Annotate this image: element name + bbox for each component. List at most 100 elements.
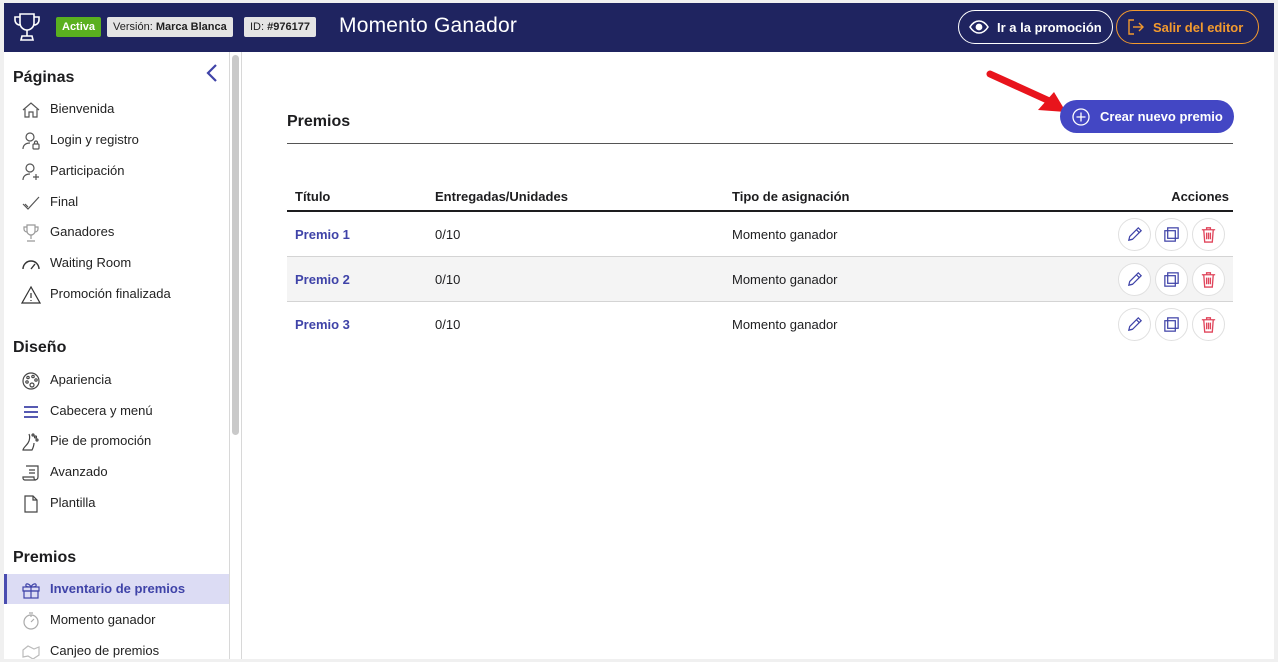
trophy-logo-icon — [14, 13, 40, 41]
copy-icon — [1164, 227, 1179, 242]
prize-units: 0/10 — [435, 227, 461, 242]
version-prefix: Versión: — [113, 21, 153, 33]
sidebar-item-label: Ganadores — [50, 224, 115, 239]
table-row: Premio 2 0/10 Momento ganador — [287, 257, 1233, 302]
user-lock-icon — [22, 132, 40, 150]
duplicate-button[interactable] — [1155, 308, 1188, 341]
id-value: #976177 — [267, 21, 310, 33]
section-title-premios: Premios — [13, 549, 77, 566]
trash-icon — [1201, 317, 1216, 333]
heading-divider — [287, 143, 1233, 144]
sidebar-item-inventario[interactable]: Inventario de premios — [4, 574, 229, 604]
sidebar-item-ganadores[interactable]: Ganadores — [4, 217, 229, 247]
sidebar-item-avanzado[interactable]: Avanzado — [4, 457, 229, 487]
go-to-promotion-button[interactable]: Ir a la promoción — [958, 10, 1113, 44]
plus-circle-icon — [1072, 107, 1090, 126]
collapse-sidebar-icon[interactable] — [204, 62, 220, 84]
column-header-unidades: Entregadas/Unidades — [435, 189, 568, 204]
sidebar-item-promocion-finalizada[interactable]: Promoción finalizada — [4, 279, 229, 309]
sidebar-item-participacion[interactable]: Participación — [4, 156, 229, 186]
sidebar-item-label: Canjeo de premios — [50, 643, 160, 658]
sidebar-item-login[interactable]: Login y registro — [4, 125, 229, 155]
pencil-icon — [1127, 316, 1143, 332]
sidebar-item-bienvenida[interactable]: Bienvenida — [4, 94, 229, 124]
create-prize-label: Crear nuevo premio — [1100, 109, 1223, 124]
pencil-icon — [1127, 226, 1143, 242]
duplicate-button[interactable] — [1155, 218, 1188, 251]
sidebar-item-label: Final — [50, 194, 79, 209]
sidebar-item-plantilla[interactable]: Plantilla — [4, 488, 229, 518]
prize-title-link[interactable]: Premio 2 — [295, 272, 350, 287]
logout-icon — [1128, 19, 1144, 35]
file-icon — [24, 495, 38, 513]
trash-icon — [1201, 272, 1216, 288]
sidebar-item-final[interactable]: Final — [4, 187, 229, 217]
version-value: Marca Blanca — [155, 21, 227, 33]
column-header-titulo: Título — [295, 189, 331, 204]
menu-icon — [24, 406, 38, 418]
exit-editor-button[interactable]: Salir del editor — [1116, 10, 1259, 44]
status-badge: Activa — [56, 17, 102, 37]
sidebar-item-label: Waiting Room — [50, 255, 132, 270]
sidebar-item-momento-ganador[interactable]: Momento ganador — [4, 605, 229, 635]
palette-icon — [22, 372, 40, 390]
sidebar-item-label: Login y registro — [50, 132, 139, 147]
scroll-icon — [22, 465, 39, 481]
section-title-paginas: Páginas — [13, 69, 75, 86]
edit-button[interactable] — [1118, 218, 1151, 251]
copy-icon — [1164, 317, 1179, 332]
prize-assignment-type: Momento ganador — [732, 227, 838, 242]
user-add-icon — [22, 163, 39, 181]
sidebar-item-label: Avanzado — [50, 464, 108, 479]
editor-window: Activa Versión: Marca Blanca ID: #976177… — [4, 3, 1274, 659]
delete-button[interactable] — [1192, 263, 1225, 296]
prize-assignment-type: Momento ganador — [732, 317, 838, 332]
version-badge: Versión: Marca Blanca — [107, 17, 233, 37]
sidebar-item-label: Plantilla — [50, 495, 96, 510]
eye-icon — [969, 20, 989, 34]
delete-button[interactable] — [1192, 218, 1225, 251]
warning-icon — [21, 285, 41, 304]
page-title: Premios — [287, 113, 351, 130]
sidebar-item-canjeo[interactable]: Canjeo de premios — [4, 636, 229, 659]
sidebar-item-pie[interactable]: Pie de promoción — [4, 426, 229, 456]
prize-assignment-type: Momento ganador — [732, 272, 838, 287]
delete-button[interactable] — [1192, 308, 1225, 341]
app-title: Momento Ganador — [339, 14, 518, 37]
trophy-icon — [23, 224, 39, 242]
copy-icon — [1164, 272, 1179, 287]
duplicate-button[interactable] — [1155, 263, 1188, 296]
gift-icon — [22, 583, 40, 599]
create-prize-button[interactable]: Crear nuevo premio — [1060, 100, 1234, 133]
sidebar-item-label: Inventario de premios — [50, 581, 186, 596]
footer-icon — [22, 433, 39, 451]
column-header-tipo: Tipo de asignación — [732, 189, 850, 204]
id-badge: ID: #976177 — [244, 17, 316, 37]
main-content: Premios Crear nuevo premio Título Entreg… — [242, 52, 1274, 659]
sidebar-scrollbar[interactable] — [232, 55, 239, 435]
check-icon — [22, 196, 40, 210]
trash-icon — [1201, 227, 1216, 243]
table-row: Premio 1 0/10 Momento ganador — [287, 212, 1233, 257]
go-to-promotion-label: Ir a la promoción — [997, 19, 1102, 35]
sidebar-item-label: Promoción finalizada — [50, 286, 171, 301]
edit-button[interactable] — [1118, 263, 1151, 296]
id-prefix: ID: — [250, 21, 265, 33]
prize-units: 0/10 — [435, 317, 461, 332]
sidebar-item-label: Cabecera y menú — [50, 403, 153, 418]
sidebar-item-waiting-room[interactable]: Waiting Room — [4, 248, 229, 278]
edit-button[interactable] — [1118, 308, 1151, 341]
sidebar-item-label: Pie de promoción — [50, 433, 152, 448]
exchange-icon — [22, 645, 40, 659]
sidebar-item-label: Participación — [50, 163, 125, 178]
sidebar-item-cabecera[interactable]: Cabecera y menú — [4, 396, 229, 426]
sidebar-item-apariencia[interactable]: Apariencia — [4, 365, 229, 395]
gauge-icon — [22, 260, 40, 270]
sidebar-item-label: Apariencia — [50, 372, 112, 387]
prize-title-link[interactable]: Premio 3 — [295, 317, 350, 332]
sidebar: Páginas Bienvenida Login y registro Part… — [4, 52, 230, 659]
sidebar-item-label: Momento ganador — [50, 612, 156, 627]
prize-title-link[interactable]: Premio 1 — [295, 227, 350, 242]
prize-units: 0/10 — [435, 272, 461, 287]
pencil-icon — [1127, 271, 1143, 287]
